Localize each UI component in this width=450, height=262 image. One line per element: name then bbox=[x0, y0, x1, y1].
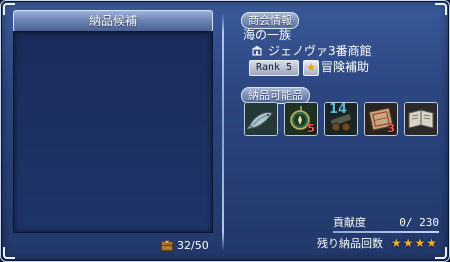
shop-icon bbox=[252, 45, 262, 56]
guild-name: 海の一族 bbox=[243, 28, 292, 42]
remaining-deliveries-label: 残り納品回数 bbox=[317, 237, 383, 250]
rank-star-icon: ★ bbox=[303, 60, 319, 76]
contribution-max: 230 bbox=[419, 216, 439, 229]
candidates-list[interactable] bbox=[13, 31, 213, 233]
shop-name: ジェノヴァ3番商館 bbox=[268, 44, 372, 58]
contribution-value: 0/ 230 bbox=[393, 216, 439, 230]
rank-badge: Rank 5 bbox=[249, 60, 299, 76]
map-item-icon[interactable]: 3 bbox=[364, 102, 398, 136]
cannon-item-icon[interactable]: 14 bbox=[324, 102, 358, 136]
item-overlay-number: 14 bbox=[329, 102, 348, 117]
item-qty: 3 bbox=[387, 122, 395, 135]
candidates-header: 納品候補 bbox=[13, 10, 213, 32]
remaining-stars: ★★★★ bbox=[391, 236, 439, 250]
panel-divider bbox=[222, 13, 224, 251]
capacity-readout: 32/50 bbox=[161, 238, 209, 254]
crate-icon bbox=[161, 240, 173, 251]
contribution-current: 0/ bbox=[399, 216, 413, 229]
contribution-label: 貢献度 bbox=[333, 216, 366, 229]
contribution-underline bbox=[333, 231, 439, 233]
shop-row: ジェノヴァ3番商館 bbox=[251, 43, 372, 59]
book-item-icon[interactable] bbox=[404, 102, 438, 136]
fish-item-icon[interactable] bbox=[244, 102, 278, 136]
item-qty: 5 bbox=[307, 122, 315, 135]
compass-item-icon[interactable]: 5 bbox=[284, 102, 318, 136]
capacity-value: 32/50 bbox=[177, 239, 209, 252]
window-corner bbox=[3, 247, 15, 259]
window-corner bbox=[435, 3, 447, 15]
rank-title: 冒険補助 bbox=[321, 60, 370, 74]
delivery-window: 納品候補 32/50 商会情報 海の一族 ジェノヴァ3番商館 Rank 5 ★ … bbox=[0, 0, 450, 262]
